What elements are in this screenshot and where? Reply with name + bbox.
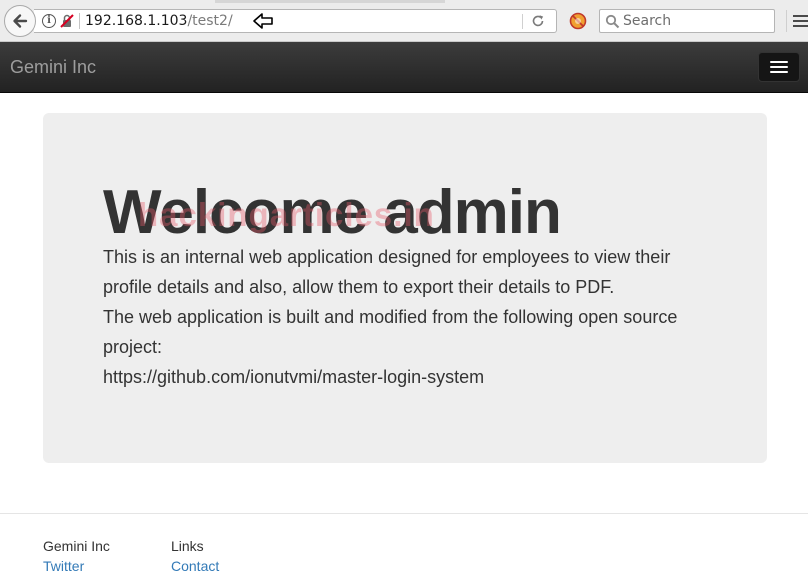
url-path: /test2/	[187, 13, 233, 29]
toggle-bar	[770, 61, 788, 63]
addon-icon[interactable]	[569, 12, 587, 30]
browser-toolbar: i 192.168.1.103/test2/	[0, 0, 808, 42]
back-arrow-icon	[13, 14, 28, 28]
reload-icon[interactable]	[531, 14, 545, 28]
search-icon	[605, 14, 620, 29]
welcome-jumbotron: Welcome admin hackingarticles.in This is…	[43, 113, 767, 463]
toggle-bar	[770, 66, 788, 68]
toolbar-separator	[786, 10, 787, 32]
footer-divider	[0, 513, 808, 514]
footer-column-company: Gemini Inc Twitter	[43, 536, 110, 576]
back-button[interactable]	[4, 5, 36, 37]
twitter-link[interactable]: Twitter	[43, 558, 84, 574]
project-url: https://github.com/ionutvmi/master-login…	[103, 367, 485, 387]
mouse-cursor-icon	[253, 13, 273, 29]
navbar-toggle-button[interactable]	[758, 52, 800, 82]
description-paragraph: The web application is built and modifie…	[103, 307, 678, 357]
url-host: 192.168.1.103	[85, 13, 188, 29]
hamburger-menu-icon[interactable]	[793, 13, 808, 29]
address-bar[interactable]: i 192.168.1.103/test2/	[34, 9, 557, 33]
search-box[interactable]	[599, 9, 775, 33]
info-icon[interactable]: i	[42, 14, 56, 28]
footer-heading: Links	[171, 538, 204, 554]
description: This is an internal web application desi…	[103, 242, 703, 392]
watermark: hackingarticles.in	[138, 196, 435, 233]
contact-link[interactable]: Contact	[171, 558, 219, 574]
url-text[interactable]: 192.168.1.103/test2/	[85, 13, 233, 29]
footer-heading: Gemini Inc	[43, 538, 110, 554]
site-navbar: Gemini Inc	[0, 42, 808, 93]
description-paragraph: This is an internal web application desi…	[103, 247, 671, 297]
insecure-connection-icon[interactable]	[60, 14, 74, 28]
toggle-bar	[770, 71, 788, 73]
search-input[interactable]	[623, 12, 771, 30]
reload-separator	[522, 14, 523, 29]
active-tab-edge	[215, 0, 445, 3]
url-separator	[79, 13, 80, 29]
navbar-brand[interactable]: Gemini Inc	[10, 57, 96, 78]
footer-column-links: Links Contact	[171, 536, 219, 576]
